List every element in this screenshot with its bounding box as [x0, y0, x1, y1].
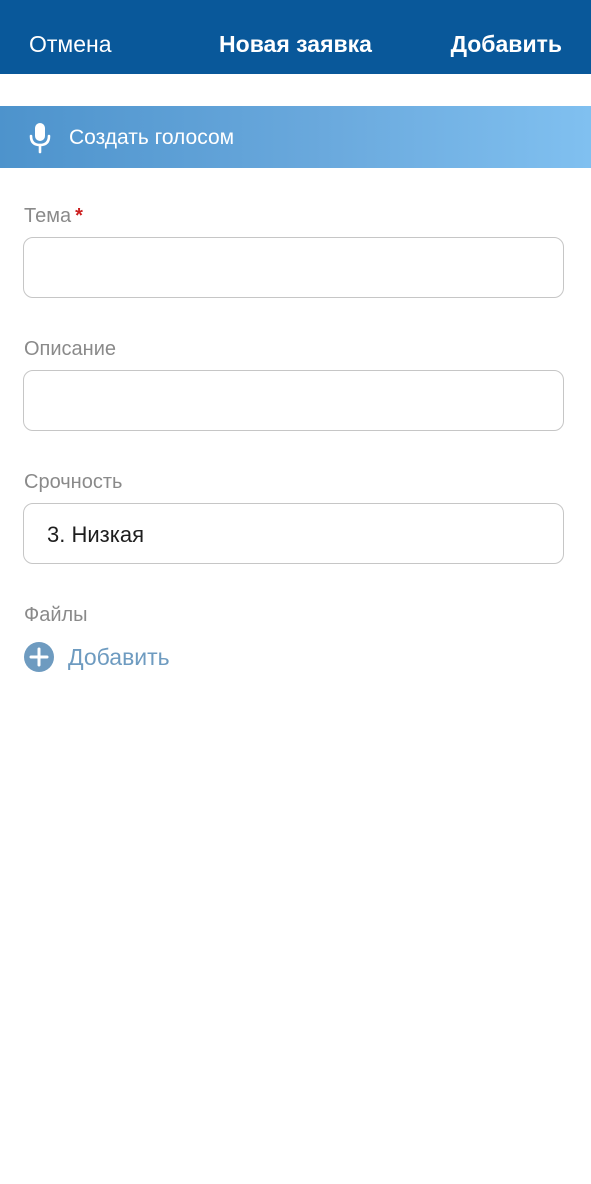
description-input[interactable] — [23, 370, 564, 431]
new-request-screen: Отмена Новая заявка Добавить Создать гол… — [0, 0, 591, 1184]
urgency-field-label: Срочность — [24, 471, 123, 493]
navigation-bar: Отмена Новая заявка Добавить — [0, 0, 591, 74]
urgency-selected-value: 3. Низкая — [47, 522, 144, 547]
description-field-label: Описание — [24, 338, 117, 360]
create-by-voice-label: Создать голосом — [69, 126, 235, 149]
required-marker: * — [75, 205, 83, 227]
subject-field-label: Тема * — [24, 205, 83, 228]
subject-input[interactable] — [23, 237, 564, 298]
create-by-voice-button[interactable]: Создать голосом — [0, 106, 591, 168]
add-file-label: Добавить — [68, 644, 170, 670]
microphone-icon — [29, 123, 51, 154]
files-field-label: Файлы — [24, 604, 88, 626]
plus-circle-icon — [24, 642, 54, 672]
subject-label-text: Тема — [24, 205, 72, 227]
add-button[interactable]: Добавить — [451, 0, 562, 74]
urgency-select[interactable]: 3. Низкая — [23, 503, 564, 564]
